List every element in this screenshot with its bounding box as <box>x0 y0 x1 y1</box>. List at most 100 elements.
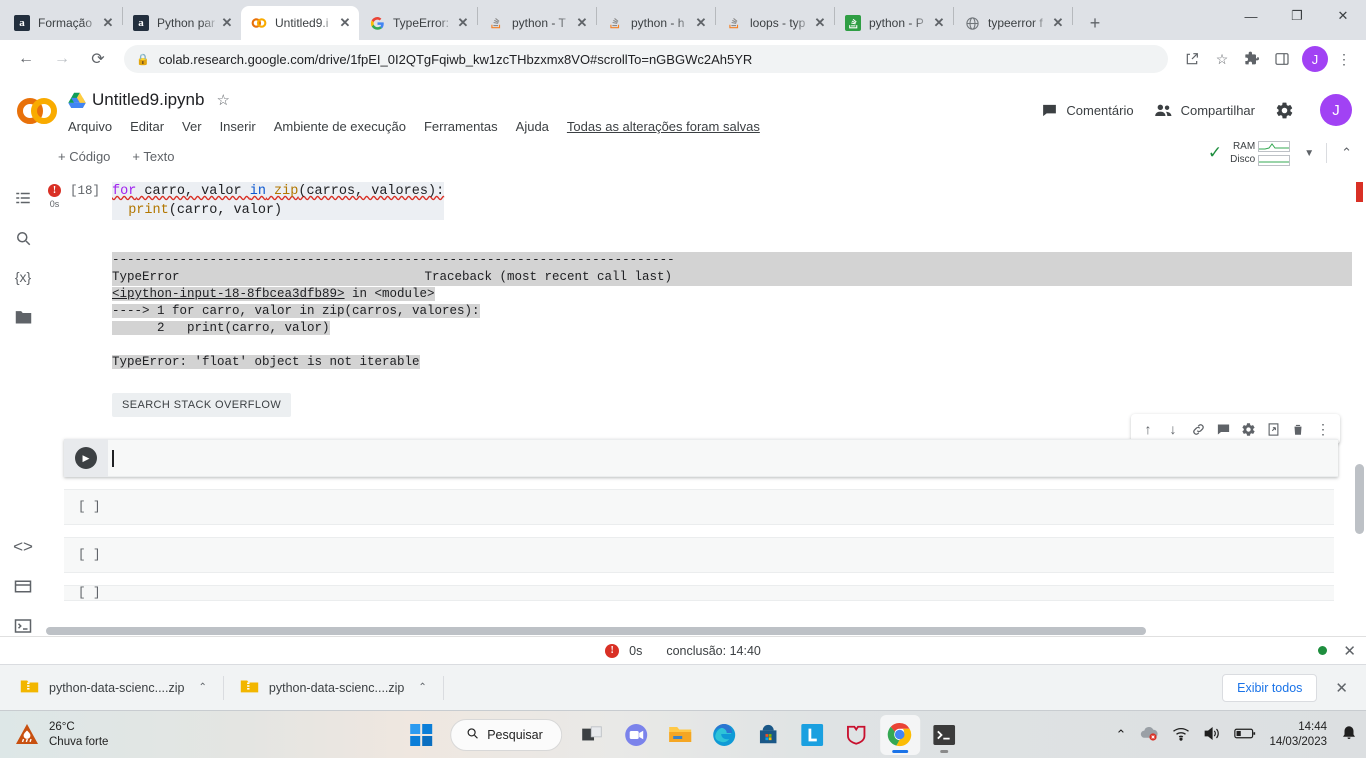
close-icon[interactable]: ✕ <box>1343 642 1356 660</box>
taskbar-clock[interactable]: 14:44 14/03/2023 <box>1269 720 1327 750</box>
close-downloads-icon[interactable]: ✕ <box>1335 679 1348 697</box>
terminal-icon[interactable] <box>11 616 35 636</box>
menu-item-editar[interactable]: Editar <box>130 119 164 134</box>
volume-icon[interactable] <box>1203 726 1221 744</box>
show-all-downloads-button[interactable]: Exibir todos <box>1222 673 1318 702</box>
move-up-icon[interactable]: ↑ <box>1137 418 1159 440</box>
files-icon[interactable] <box>11 307 35 327</box>
code-input-area[interactable] <box>108 439 1338 477</box>
chevron-up-icon[interactable]: ⌃ <box>199 682 207 693</box>
address-bar[interactable]: 🔒 colab.research.google.com/drive/1fpEI_… <box>124 45 1168 73</box>
menu-item-ajuda[interactable]: Ajuda <box>516 119 549 134</box>
tab-close-icon[interactable]: ✕ <box>1050 15 1066 31</box>
file-explorer-icon[interactable] <box>660 715 700 755</box>
download-item-1[interactable]: python-data-scienc....zip ⌃ <box>10 673 217 703</box>
comment-icon[interactable] <box>1212 418 1234 440</box>
browser-tab-1[interactable]: a Python par ✕ <box>123 6 241 40</box>
star-icon[interactable]: ☆ <box>216 91 229 109</box>
chevron-up-icon[interactable]: ⌃ <box>418 682 426 693</box>
notebook-vertical-scrollbar[interactable] <box>1355 464 1364 534</box>
maximize-button[interactable]: ❐ <box>1274 0 1320 32</box>
battery-icon[interactable] <box>1234 727 1256 743</box>
tab-close-icon[interactable]: ✕ <box>219 15 235 31</box>
link-icon[interactable] <box>1187 418 1209 440</box>
windows-start-icon[interactable] <box>410 723 433 746</box>
share-icon[interactable] <box>1178 45 1206 73</box>
browser-tab-6[interactable]: loops - typ ✕ <box>716 6 834 40</box>
extensions-icon[interactable] <box>1238 45 1266 73</box>
tab-close-icon[interactable]: ✕ <box>693 15 709 31</box>
onedrive-error-icon[interactable] <box>1139 725 1159 744</box>
menu-item-ver[interactable]: Ver <box>182 119 202 134</box>
reload-button[interactable]: ⟳ <box>83 44 113 74</box>
variables-icon[interactable]: {x} <box>11 267 35 287</box>
sidepanel-icon[interactable] <box>1268 45 1296 73</box>
browser-tab-0[interactable]: a Formação ✕ <box>4 6 122 40</box>
delete-icon[interactable] <box>1287 418 1309 440</box>
tab-close-icon[interactable]: ✕ <box>574 15 590 31</box>
notebook-horizontal-scrollbar[interactable] <box>46 627 1146 635</box>
chevron-up-icon[interactable]: ⌃ <box>1116 727 1127 743</box>
tab-close-icon[interactable]: ✕ <box>812 15 828 31</box>
menu-icon[interactable]: ⋮ <box>1330 45 1358 73</box>
mcafee-icon[interactable] <box>836 715 876 755</box>
forward-button[interactable]: → <box>47 44 77 74</box>
minimize-button[interactable]: — <box>1228 0 1274 32</box>
weather-widget[interactable]: 26°C Chuva forte <box>14 720 108 750</box>
terminal-icon[interactable] <box>924 715 964 755</box>
notebook-title[interactable]: Untitled9.ipynb <box>92 90 204 110</box>
browser-profile-avatar[interactable]: J <box>1302 46 1328 72</box>
browser-tab-2-active[interactable]: Untitled9.i ✕ <box>241 6 359 40</box>
code-cell-18[interactable]: [18] for carro, valor in zip(carros, val… <box>46 174 1352 417</box>
empty-cell-2[interactable]: [ ] <box>64 537 1334 573</box>
search-icon[interactable] <box>11 228 35 248</box>
new-tab-button[interactable]: + <box>1081 9 1109 37</box>
browser-tab-4[interactable]: python - T ✕ <box>478 6 596 40</box>
download-item-2[interactable]: python-data-scienc....zip ⌃ <box>230 673 437 703</box>
back-button[interactable]: ← <box>11 44 41 74</box>
tab-close-icon[interactable]: ✕ <box>931 15 947 31</box>
settings-button[interactable] <box>1275 101 1302 120</box>
comment-button[interactable]: Comentário <box>1041 102 1134 119</box>
close-window-button[interactable]: ✕ <box>1320 0 1366 32</box>
menu-item-ambiente-de-execucao[interactable]: Ambiente de execução <box>274 119 406 134</box>
code-snippets-icon[interactable]: <> <box>11 537 35 557</box>
wifi-icon[interactable] <box>1172 726 1190 744</box>
notifications-icon[interactable] <box>1340 724 1358 745</box>
tab-close-icon[interactable]: ✕ <box>455 15 471 31</box>
move-down-icon[interactable]: ↓ <box>1162 418 1184 440</box>
more-options-icon[interactable]: ⋮ <box>1312 418 1334 440</box>
browser-tab-3[interactable]: TypeError: ✕ <box>359 6 477 40</box>
open-in-new-icon[interactable] <box>1262 418 1284 440</box>
tab-close-icon[interactable]: ✕ <box>337 15 353 31</box>
settings-icon[interactable] <box>1237 418 1259 440</box>
taskbar-search[interactable]: Pesquisar <box>450 718 562 751</box>
search-stack-overflow-button[interactable]: SEARCH STACK OVERFLOW <box>112 393 292 417</box>
task-view-icon[interactable] <box>572 715 612 755</box>
add-code-cell-button[interactable]: + Código <box>58 149 110 164</box>
browser-tab-5[interactable]: python - h ✕ <box>597 6 715 40</box>
traceback-file-link[interactable]: <ipython-input-18-8fbcea3dfb89> <box>112 287 345 301</box>
save-status[interactable]: Todas as alterações foram salvas <box>567 119 760 134</box>
active-code-cell[interactable]: ▶ <box>64 439 1338 477</box>
resources-indicator[interactable]: ✓ RAM Disco ▼ ⌃ <box>1208 140 1352 166</box>
menu-item-ferramentas[interactable]: Ferramentas <box>424 119 498 134</box>
teams-icon[interactable] <box>616 715 656 755</box>
chrome-icon[interactable] <box>879 714 920 755</box>
browser-tab-7[interactable]: python - P ✕ <box>835 6 953 40</box>
chevron-down-icon[interactable]: ▼ <box>1304 148 1314 159</box>
run-cell-button[interactable]: ▶ <box>64 439 108 477</box>
star-icon[interactable]: ☆ <box>1208 45 1236 73</box>
empty-cell-3[interactable]: [ ] <box>64 585 1334 601</box>
edge-icon[interactable] <box>704 715 744 755</box>
menu-item-inserir[interactable]: Inserir <box>220 119 256 134</box>
microsoft-store-icon[interactable] <box>748 715 788 755</box>
commands-icon[interactable] <box>11 577 35 597</box>
browser-tab-8[interactable]: typeerror f ✕ <box>954 6 1072 40</box>
colab-profile-avatar[interactable]: J <box>1320 94 1352 126</box>
linkedin-icon[interactable] <box>792 715 832 755</box>
empty-cell-1[interactable]: [ ] <box>64 489 1334 525</box>
share-button[interactable]: Compartilhar <box>1154 102 1255 119</box>
tab-close-icon[interactable]: ✕ <box>100 15 116 31</box>
code-editor[interactable]: for carro, valor in zip(carros, valores)… <box>112 182 445 220</box>
